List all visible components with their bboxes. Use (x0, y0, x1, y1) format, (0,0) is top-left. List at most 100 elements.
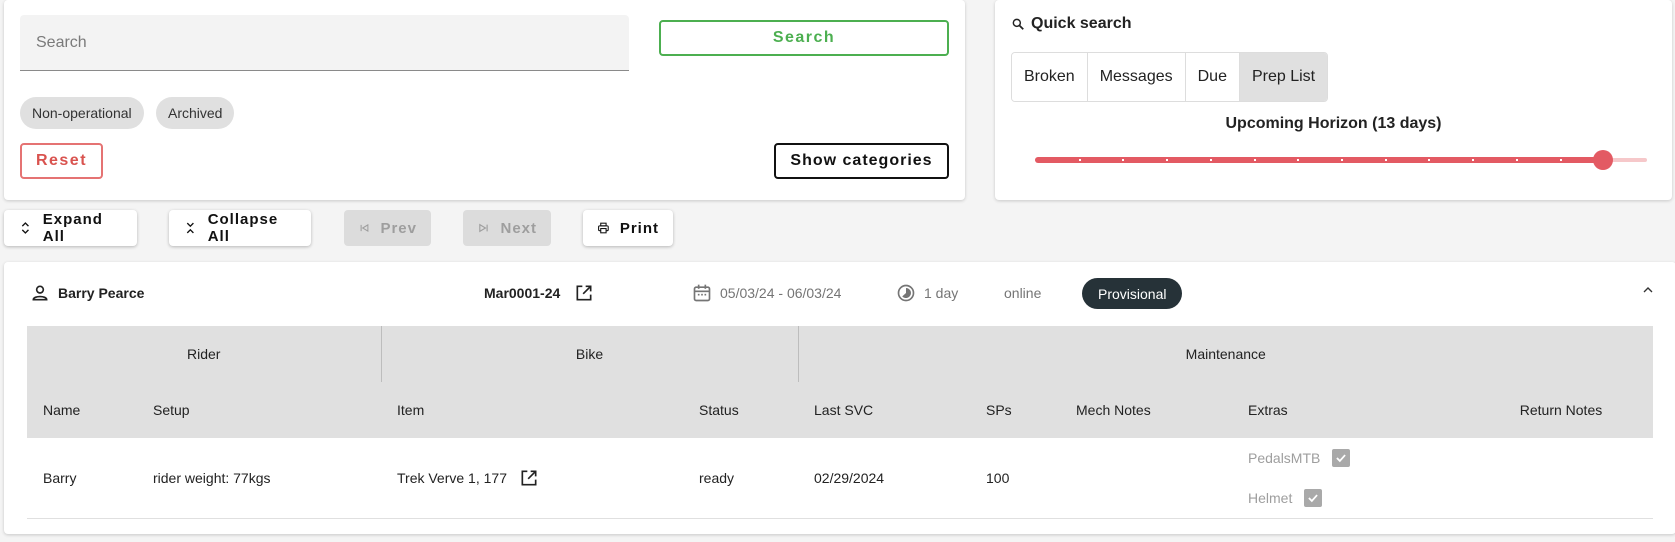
slider-track (1035, 157, 1604, 163)
customer-name: Barry Pearce (58, 285, 145, 301)
collapse-all-label: Collapse All (207, 211, 279, 245)
extra-pedals-label: PedalsMTB (1248, 450, 1321, 466)
table-row: Barry rider weight: 77kgs Trek Verve 1, … (27, 438, 1653, 519)
cell-last-svc: 02/29/2024 (798, 438, 970, 519)
prev-button[interactable]: Prev (344, 210, 431, 246)
col-name: Name (27, 382, 137, 438)
slider-mark (1515, 159, 1518, 161)
search-card: Search Non-operational Archived Reset Sh… (4, 0, 965, 200)
slider-mark (1384, 159, 1387, 161)
booking-reference-text: Mar0001-24 (484, 285, 561, 301)
cell-sps: 100 (970, 438, 1060, 519)
print-label: Print (619, 219, 659, 237)
horizon-slider-label: Upcoming Horizon (13 days) (1225, 115, 1442, 132)
chevron-up-icon[interactable] (1640, 282, 1656, 298)
cell-item: Trek Verve 1, 177 (381, 438, 683, 519)
search-field[interactable] (20, 15, 629, 71)
search-input[interactable] (20, 15, 629, 70)
slider-mark (1209, 159, 1212, 161)
col-return-notes: Return Notes (1469, 382, 1653, 438)
quick-search-broken[interactable]: Broken (1012, 53, 1088, 101)
extra-helmet-label: Helmet (1248, 490, 1293, 506)
cell-return-notes (1469, 438, 1653, 519)
print-button[interactable]: Print (583, 210, 673, 246)
booking-card: Barry Pearce Mar0001-24 05/03/24 - 06/03… (4, 262, 1675, 534)
collapse-all-button[interactable]: Collapse All (169, 210, 311, 246)
search-button[interactable]: Search (659, 20, 949, 56)
skip-next-icon (479, 223, 488, 233)
cell-status: ready (683, 438, 798, 519)
slider-mark (1078, 159, 1081, 161)
extra-pedals-checkbox[interactable] (1332, 449, 1351, 467)
slider-mark (1297, 159, 1300, 161)
expand-all-label: Expand All (42, 211, 103, 245)
open-in-new-icon[interactable] (519, 468, 539, 488)
horizon-slider[interactable] (1035, 150, 1647, 170)
col-status: Status (683, 382, 798, 438)
reset-button[interactable]: Reset (20, 143, 103, 179)
search-icon (1012, 18, 1024, 30)
cell-setup: rider weight: 77kgs (137, 438, 381, 519)
booking-reference: Mar0001-24 (484, 262, 594, 324)
slider-mark (1253, 159, 1256, 161)
booking-table: Rider Bike Maintenance Name Setup Item S… (27, 326, 1653, 519)
quick-search-label: Quick search (1031, 15, 1132, 32)
open-in-new-icon[interactable] (574, 283, 594, 303)
prev-label: Prev (380, 219, 417, 237)
cell-name: Barry (27, 438, 137, 519)
slider-thumb[interactable] (1593, 150, 1614, 170)
print-icon (598, 222, 609, 234)
col-setup: Setup (137, 382, 381, 438)
booking-dates-text: 05/03/24 - 06/03/24 (720, 285, 842, 301)
status-badge: Provisional (1082, 278, 1183, 309)
slider-mark (1559, 159, 1562, 161)
unfold-more-icon (21, 222, 29, 234)
slider-mark (1166, 159, 1169, 161)
slider-mark (1341, 159, 1343, 161)
column-header-row: Name Setup Item Status Last SVC SPs Mech… (27, 382, 1653, 438)
person-icon (32, 285, 48, 301)
col-extras: Extras (1232, 382, 1469, 438)
customer: Barry Pearce (30, 262, 144, 324)
booking-channel: online (1004, 285, 1042, 301)
unfold-less-icon (186, 222, 194, 234)
booking-dates: 05/03/24 - 06/03/24 (692, 262, 841, 324)
cell-mech-notes (1060, 438, 1232, 519)
group-bike: Bike (380, 326, 798, 382)
expand-all-button[interactable]: Expand All (4, 210, 137, 246)
extra-helmet-checkbox[interactable] (1304, 489, 1323, 507)
show-categories-button[interactable]: Show categories (774, 143, 949, 179)
booking-header[interactable]: Barry Pearce Mar0001-24 05/03/24 - 06/03… (4, 262, 1675, 324)
col-mech-notes: Mech Notes (1060, 382, 1232, 438)
calendar-icon (693, 284, 711, 302)
chip-non-operational[interactable]: Non-operational (20, 97, 144, 129)
next-button[interactable]: Next (463, 210, 551, 246)
booking-duration-text: 1 day (924, 285, 959, 301)
quick-search-prep-list[interactable]: Prep List (1239, 53, 1328, 101)
quick-search-messages[interactable]: Messages (1087, 53, 1186, 101)
next-label: Next (500, 219, 537, 237)
timelapse-icon (897, 284, 915, 302)
group-maintenance: Maintenance (797, 326, 1653, 382)
slider-mark (1428, 159, 1431, 161)
cell-item-text: Trek Verve 1, 177 (397, 470, 507, 486)
quick-search-group: Broken Messages Due Prep List (1011, 52, 1329, 102)
quick-search-title: Quick search (1011, 15, 1132, 33)
col-item: Item (381, 382, 683, 438)
group-rider: Rider (27, 326, 381, 382)
chip-archived[interactable]: Archived (156, 97, 235, 129)
col-last-svc: Last SVC (798, 382, 970, 438)
check-icon (1336, 454, 1347, 463)
check-icon (1308, 494, 1319, 503)
quick-search-card: Quick search Broken Messages Due Prep Li… (995, 0, 1672, 200)
extra-pedals: PedalsMTB (1248, 438, 1453, 478)
extra-helmet: Helmet (1248, 478, 1453, 518)
slider-mark (1472, 159, 1475, 161)
slider-mark (1122, 159, 1125, 161)
col-sps: SPs (970, 382, 1060, 438)
booking-duration: 1 day (896, 262, 958, 324)
cell-extras: PedalsMTB Helmet (1232, 438, 1469, 519)
skip-previous-icon (360, 223, 369, 233)
group-header-row: Rider Bike Maintenance (27, 326, 1653, 382)
quick-search-due[interactable]: Due (1185, 53, 1240, 101)
